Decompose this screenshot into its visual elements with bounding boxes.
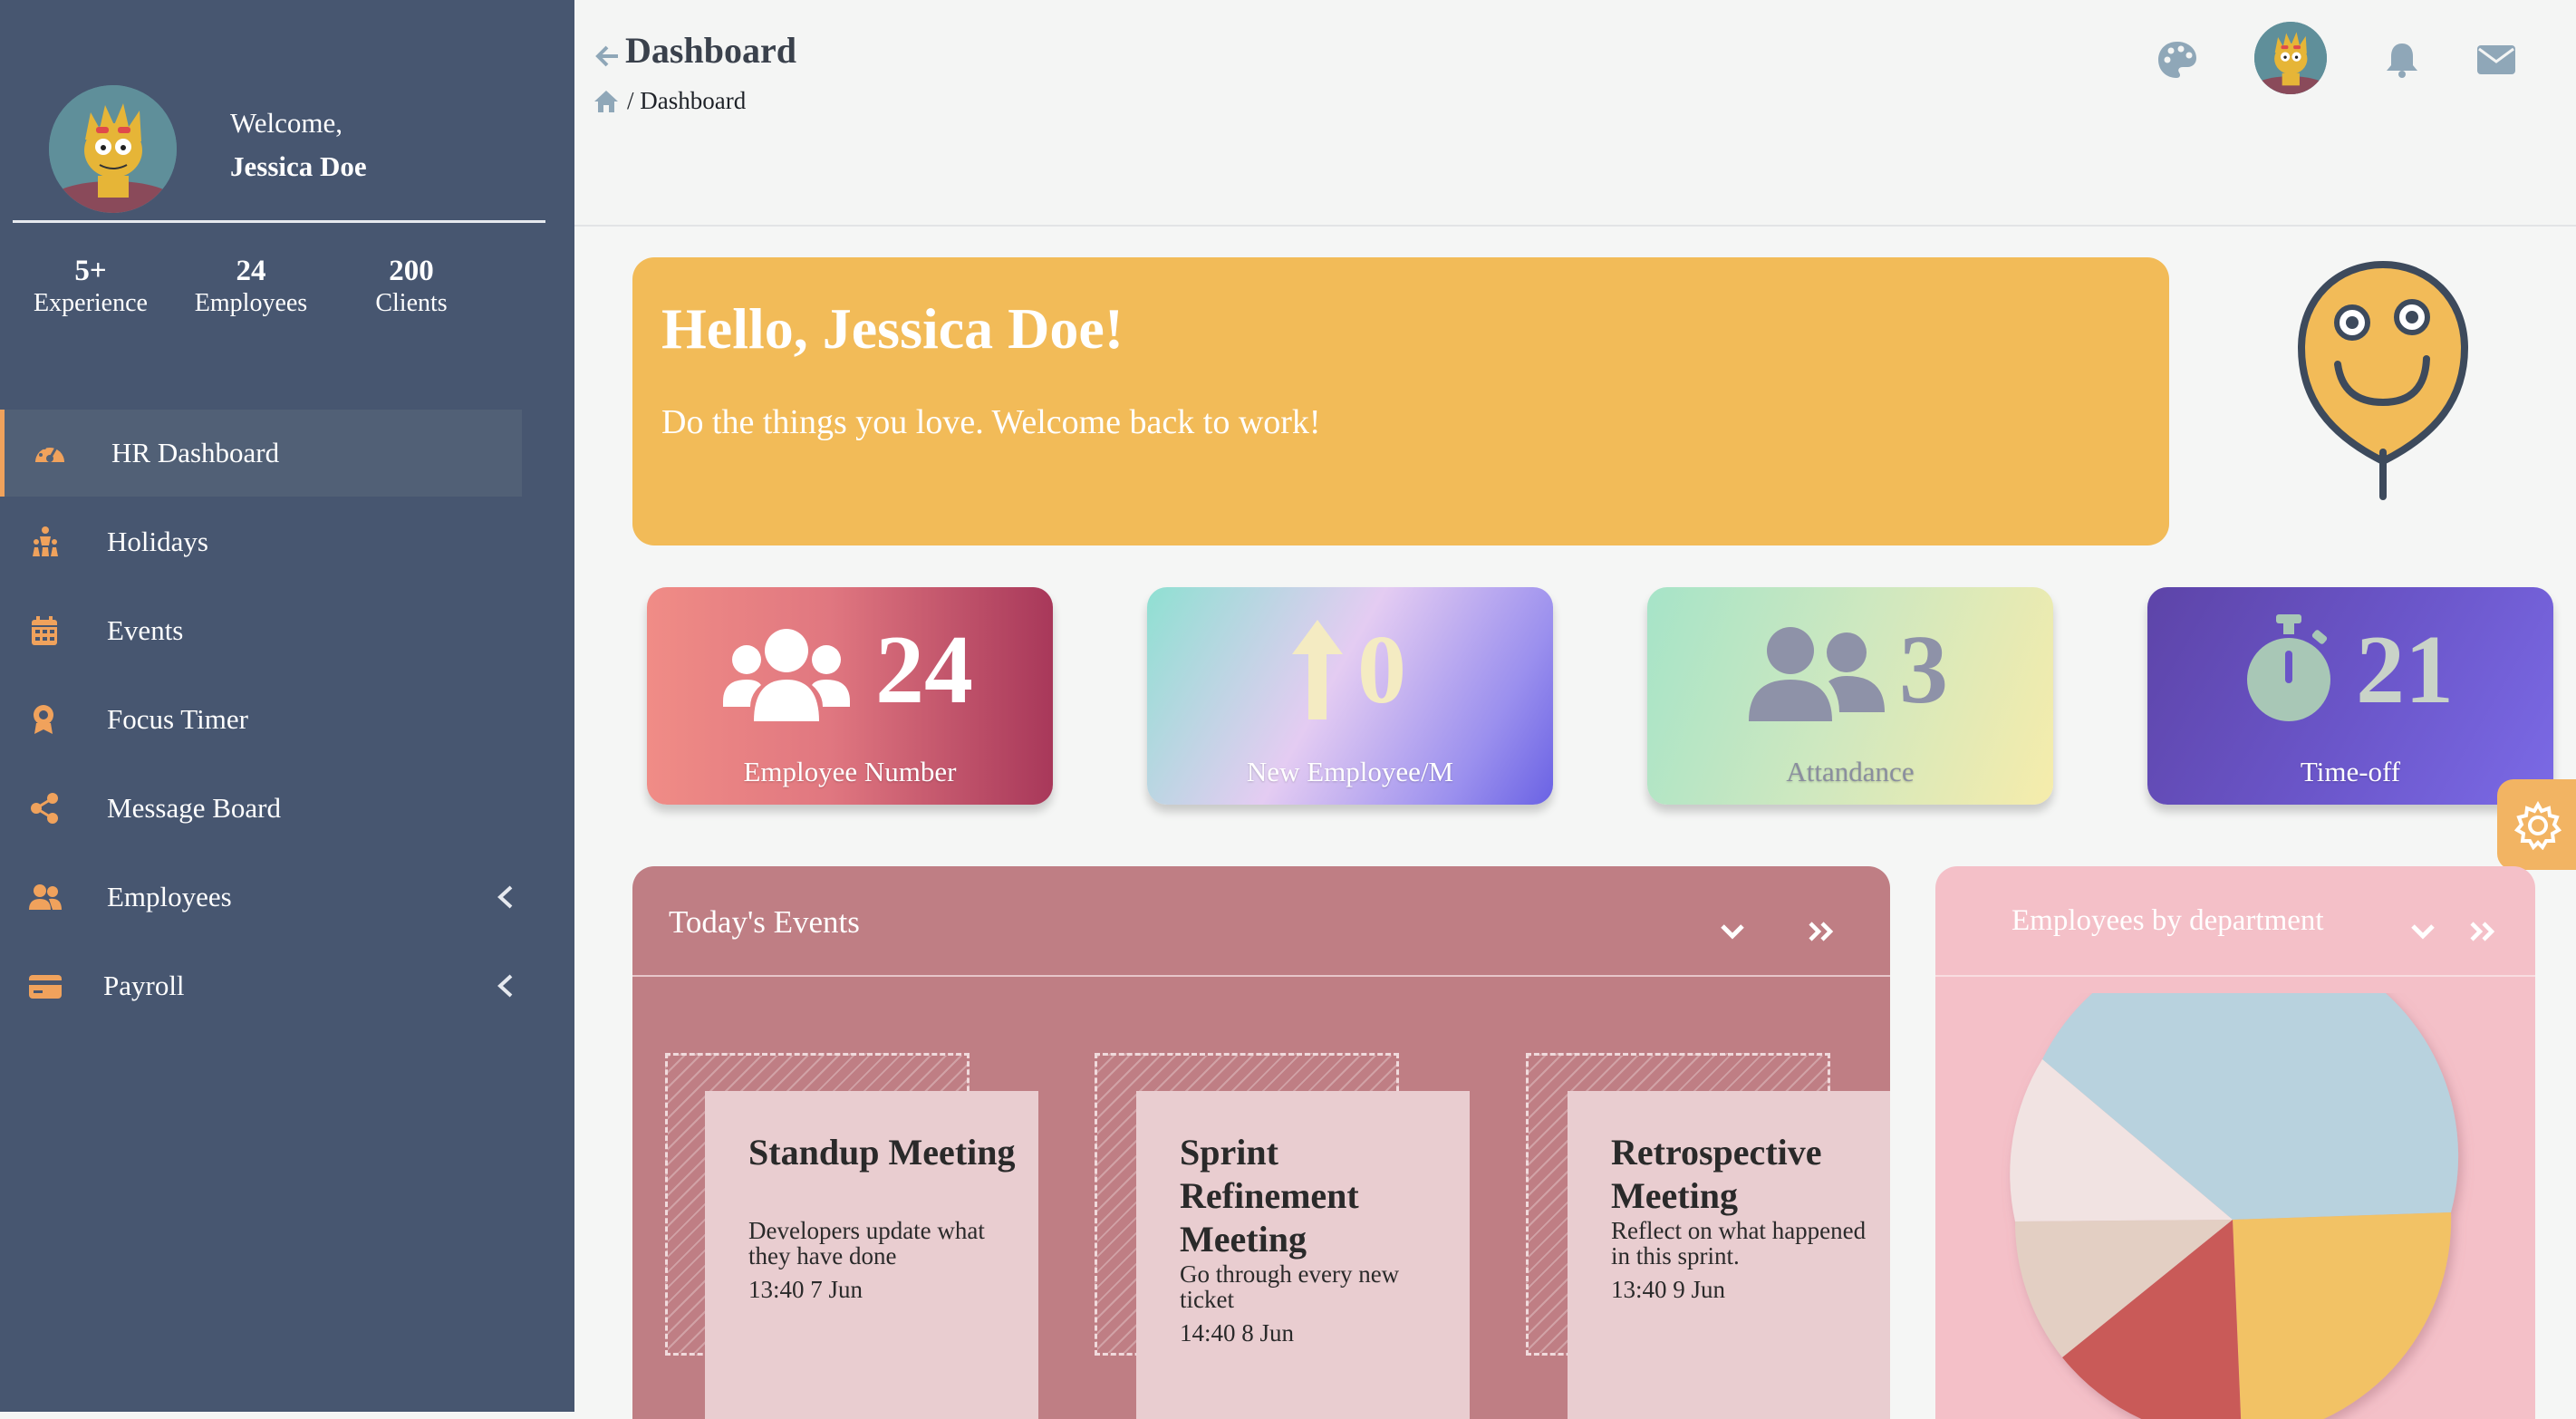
panel-title: Employees by department — [2012, 904, 2324, 937]
divider — [632, 975, 1890, 977]
event-card[interactable]: Standup Meeting Developers update what t… — [705, 1091, 1038, 1419]
card-attendance[interactable]: 3 Attandance — [1647, 587, 2053, 805]
todays-events-panel: Today's Events Standup Meeting Developer… — [632, 866, 1890, 1419]
card-label: Time-off — [2300, 756, 2401, 787]
smiley-pin-illustration — [2297, 260, 2469, 500]
header: Dashboard / Dashboard — [574, 0, 2576, 227]
welcome-text: Welcome, Jessica Doe — [230, 101, 367, 188]
event-card[interactable]: Sprint Refinement Meeting Go through eve… — [1136, 1091, 1470, 1419]
sidebar-item-label: Holidays — [107, 526, 208, 557]
page-title: Dashboard — [625, 30, 796, 71]
sidebar: Welcome, Jessica Doe 5+ Experience 24 Em… — [0, 0, 574, 1412]
event-description: Developers update what they have done — [748, 1217, 985, 1269]
gear-icon — [2513, 801, 2562, 850]
event-title: Retrospective Meeting — [1611, 1132, 1822, 1216]
card-value: 0 — [1357, 616, 1406, 724]
banner-title: Hello, Jessica Doe! — [661, 296, 1124, 361]
card-label: New Employee/M — [1246, 756, 1454, 787]
stopwatch-icon — [2247, 614, 2330, 721]
palette-icon[interactable] — [2156, 40, 2198, 80]
sidebar-item-label: HR Dashboard — [111, 437, 280, 468]
user-friends-icon — [1749, 627, 1885, 721]
sidebar-item-hr-dashboard[interactable]: HR Dashboard — [0, 410, 522, 497]
people-icon — [33, 526, 58, 556]
event-title: Sprint Refinement Meeting — [1180, 1132, 1359, 1260]
home-icon[interactable] — [593, 89, 620, 114]
pie-slice[interactable] — [2233, 1212, 2452, 1419]
sidebar-item-label: Payroll — [103, 970, 185, 1001]
welcome-banner: Hello, Jessica Doe! Do the things you lo… — [632, 257, 2169, 545]
card-value: 3 — [1899, 616, 1948, 724]
sidebar-item-label: Focus Timer — [107, 703, 248, 735]
breadcrumb: / Dashboard — [593, 87, 746, 115]
users-icon — [723, 629, 850, 721]
sidebar-item-label: Message Board — [107, 792, 281, 824]
sidebar-item-payroll[interactable]: Payroll — [0, 942, 522, 1029]
card-new-employee[interactable]: 0 New Employee/M — [1147, 587, 1553, 805]
double-chevron-right-icon[interactable] — [2468, 919, 2497, 944]
sidebar-item-events[interactable]: Events — [0, 587, 522, 674]
stat-employees: 24 Employees — [169, 254, 333, 319]
double-chevron-right-icon[interactable] — [1807, 919, 1836, 944]
event-description: Go through every new ticket — [1180, 1260, 1400, 1313]
card-label: Attandance — [1786, 756, 1915, 787]
user-name: Jessica Doe — [230, 150, 367, 182]
welcome-label: Welcome, — [230, 107, 343, 139]
profile-section: Welcome, Jessica Doe — [0, 0, 574, 223]
event-time: 14:40 8 Jun — [1180, 1319, 1295, 1347]
sidebar-item-focus-timer[interactable]: Focus Timer — [0, 676, 522, 763]
event-title: Standup Meeting — [748, 1132, 1016, 1173]
stat-value: 5+ — [74, 255, 107, 287]
avatar[interactable] — [2254, 22, 2327, 94]
chevron-left-icon[interactable] — [495, 972, 516, 999]
banner-subtitle: Do the things you love. Welcome back to … — [661, 403, 1321, 441]
sidebar-item-employees[interactable]: Employees — [0, 854, 522, 941]
settings-button[interactable] — [2497, 779, 2576, 870]
department-pie-chart — [2010, 993, 2459, 1419]
stat-value: 200 — [389, 255, 434, 287]
bell-icon[interactable] — [2381, 40, 2423, 80]
event-time: 13:40 9 Jun — [1611, 1276, 1726, 1303]
envelope-icon[interactable] — [2475, 40, 2517, 80]
breadcrumb-text[interactable]: / Dashboard — [627, 87, 746, 115]
sidebar-item-message-board[interactable]: Message Board — [0, 765, 522, 852]
chevron-down-icon[interactable] — [1718, 919, 1747, 944]
calendar-icon — [32, 616, 57, 645]
sidebar-item-holidays[interactable]: Holidays — [0, 498, 522, 585]
event-card[interactable]: Retrospective Meeting Reflect on what ha… — [1568, 1091, 1890, 1419]
sidebar-item-label: Events — [107, 614, 184, 646]
chevron-left-icon[interactable] — [495, 883, 516, 911]
chevron-down-icon[interactable] — [2408, 919, 2437, 944]
stat-label: Experience — [34, 289, 148, 317]
award-icon — [34, 705, 53, 734]
stat-clients: 200 Clients — [330, 254, 493, 319]
event-description: Reflect on what happened in this sprint. — [1611, 1217, 1867, 1269]
stat-value: 24 — [236, 255, 266, 287]
card-employee-number[interactable]: 24 Employee Number — [647, 587, 1053, 805]
panel-title: Today's Events — [669, 904, 860, 940]
gauge-icon — [35, 443, 64, 462]
employees-by-department-panel: Employees by department — [1935, 866, 2535, 1419]
users-icon — [29, 884, 62, 910]
stat-experience: 5+ Experience — [9, 254, 172, 319]
card-label: Employee Number — [743, 756, 957, 787]
credit-card-icon — [29, 975, 62, 999]
avatar[interactable] — [49, 85, 177, 213]
card-value: 24 — [875, 616, 973, 724]
arrow-left-icon[interactable] — [593, 42, 622, 71]
arrow-up-icon — [1292, 620, 1343, 719]
event-time: 13:40 7 Jun — [748, 1276, 863, 1303]
divider — [13, 220, 545, 223]
share-icon — [31, 793, 58, 824]
stat-label: Employees — [194, 289, 308, 317]
stat-label: Clients — [375, 289, 448, 317]
divider — [1935, 975, 2535, 977]
card-value: 21 — [2356, 616, 2454, 724]
card-time-off[interactable]: 21 Time-off — [2147, 587, 2553, 805]
sidebar-item-label: Employees — [107, 881, 232, 912]
